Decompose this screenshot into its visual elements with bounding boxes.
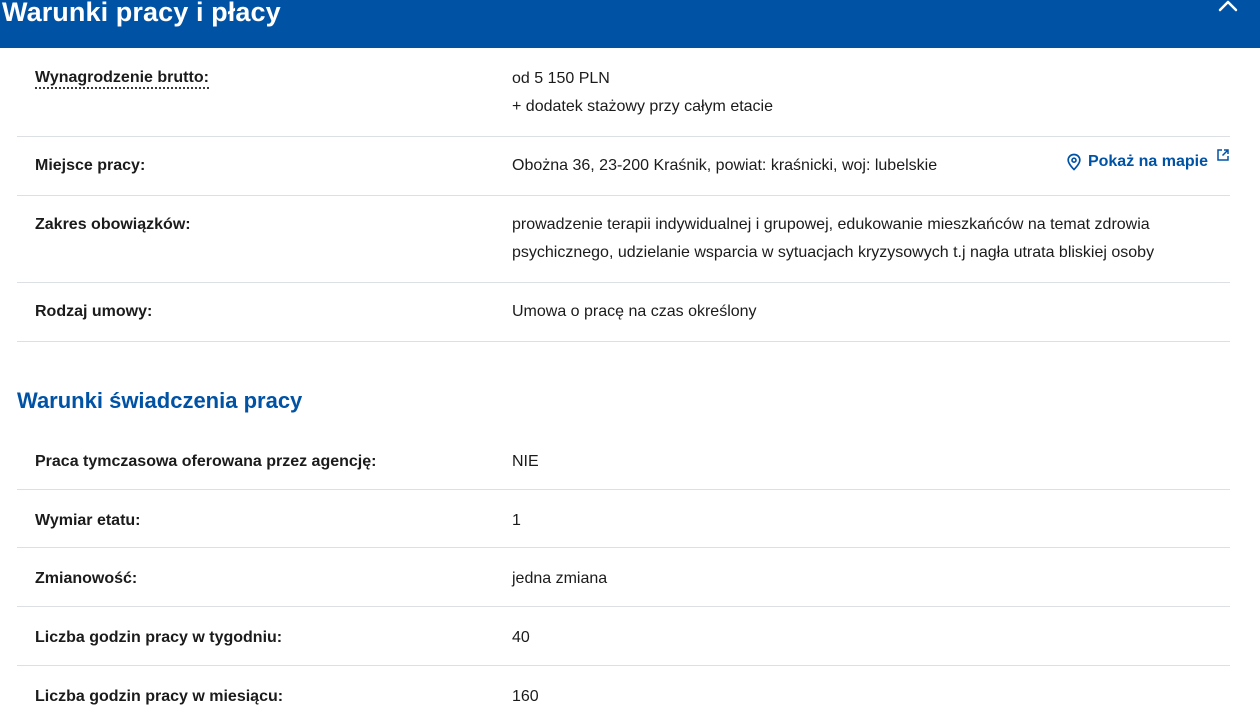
section-title-warunki-swiadczenia: Warunki świadczenia pracy	[17, 388, 303, 413]
external-link-icon	[1217, 149, 1229, 161]
job-size-label: Wymiar etatu:	[35, 512, 141, 529]
row-workplace: Miejsce pracy: Obożna 36, 23-200 Kraśnik…	[17, 137, 1230, 196]
work-conditions-table: Wynagrodzenie brutto: od 5 150 PLN + dod…	[17, 48, 1230, 342]
salary-bonus: + dodatek stażowy przy całym etacie	[512, 98, 774, 115]
monthly-hours-value: 160	[512, 688, 539, 705]
weekly-hours-label: Liczba godzin pracy w tygodniu:	[35, 629, 283, 646]
collapse-button[interactable]	[1214, 0, 1242, 18]
row-job-size: Wymiar etatu: 1	[17, 490, 1230, 548]
shifts-value: jedna zmiana	[512, 570, 608, 587]
temp-agency-value: NIE	[512, 453, 539, 470]
row-weekly-hours: Liczba godzin pracy w tygodniu: 40	[17, 607, 1230, 666]
section-title-warunki-pracy: Warunki pracy i płacy	[2, 0, 281, 27]
row-monthly-hours: Liczba godzin pracy w miesiącu: 160	[17, 666, 1230, 725]
contract-type-label: Rodzaj umowy:	[35, 303, 153, 320]
weekly-hours-value: 40	[512, 629, 530, 646]
salary-value: od 5 150 PLN + dodatek stażowy przy cały…	[512, 65, 1212, 121]
map-pin-icon	[1067, 153, 1081, 171]
duties-line: psychicznego, udzielanie wsparcia w sytu…	[512, 244, 1155, 261]
row-shifts: Zmianowość: jedna zmiana	[17, 548, 1230, 607]
row-duties: Zakres obowiązków: prowadzenie terapii i…	[17, 196, 1230, 283]
contract-type-value: Umowa o pracę na czas określony	[512, 303, 757, 320]
shifts-label: Zmianowość:	[35, 570, 138, 587]
workplace-label: Miejsce pracy:	[35, 157, 146, 174]
chevron-up-icon	[1218, 0, 1238, 12]
duties-line: prowadzenie terapii indywidualnej i grup…	[512, 216, 1150, 233]
job-size-value: 1	[512, 512, 521, 529]
row-temp-agency: Praca tymczasowa oferowana przez agencję…	[17, 431, 1230, 490]
section-header: Warunki pracy i płacy	[0, 0, 1260, 48]
show-on-map-link[interactable]: Pokaż na mapie	[1066, 149, 1230, 171]
row-salary: Wynagrodzenie brutto: od 5 150 PLN + dod…	[17, 48, 1230, 137]
salary-label[interactable]: Wynagrodzenie brutto:	[35, 69, 209, 89]
work-provision-table: Praca tymczasowa oferowana przez agencję…	[17, 431, 1230, 725]
row-contract-type: Rodzaj umowy: Umowa o pracę na czas okre…	[17, 283, 1230, 342]
duties-label: Zakres obowiązków:	[35, 216, 191, 233]
duties-value: prowadzenie terapii indywidualnej i grup…	[512, 211, 1212, 267]
monthly-hours-label: Liczba godzin pracy w miesiącu:	[35, 688, 284, 705]
show-on-map-label: Pokaż na mapie	[1087, 153, 1208, 170]
salary-amount: od 5 150 PLN	[512, 70, 610, 87]
temp-agency-label: Praca tymczasowa oferowana przez agencję…	[35, 453, 377, 470]
